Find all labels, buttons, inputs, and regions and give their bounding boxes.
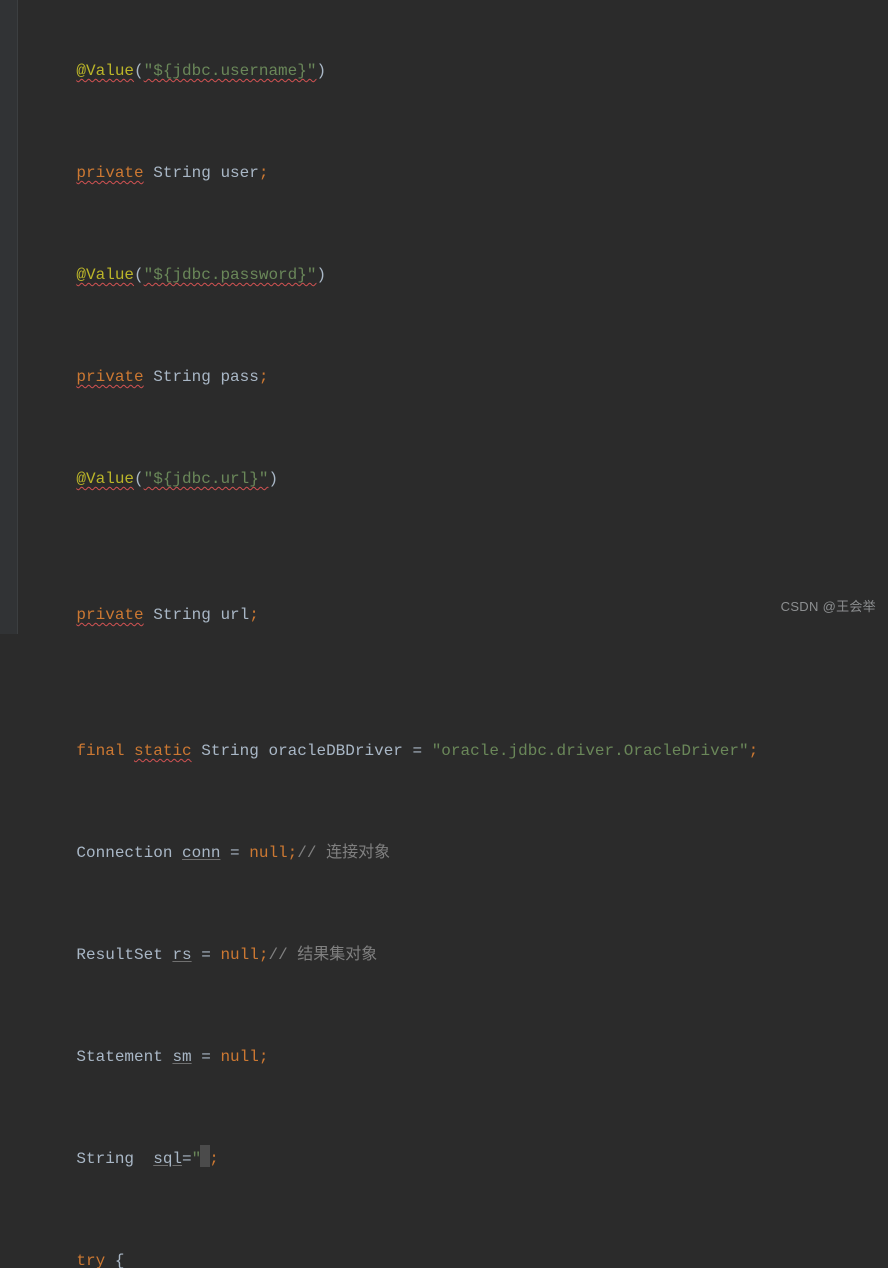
code-line[interactable]: ResultSet rs = null;// 结果集对象: [18, 904, 888, 1006]
string-oracle-driver: "oracle.jdbc.driver.OracleDriver": [432, 742, 749, 760]
code-line-blank[interactable]: [18, 666, 888, 700]
var-sql: sql: [153, 1150, 182, 1168]
keyword-private: private: [76, 606, 143, 624]
lbrace: {: [105, 1252, 124, 1268]
keyword-null: null: [220, 946, 258, 964]
var-pass: pass: [220, 368, 258, 386]
var-conn: conn: [182, 844, 220, 862]
type-string: String: [153, 606, 211, 624]
var-url: url: [220, 606, 249, 624]
lparen: (: [134, 266, 144, 284]
keyword-null: null: [220, 1048, 258, 1066]
code-line[interactable]: @Value("${jdbc.url}"): [18, 428, 888, 530]
keyword-private: private: [76, 164, 143, 182]
keyword-try: try: [76, 1252, 105, 1268]
semicolon: ;: [259, 368, 269, 386]
type-statement: Statement: [76, 1048, 162, 1066]
code-line[interactable]: Statement sm = null;: [18, 1006, 888, 1108]
type-string: String: [76, 1150, 134, 1168]
equals-op: =: [182, 1150, 192, 1168]
code-line[interactable]: String sql=";: [18, 1108, 888, 1210]
semicolon: ;: [749, 742, 759, 760]
var-sm: sm: [172, 1048, 191, 1066]
keyword-final: final: [76, 742, 124, 760]
rparen: ): [268, 470, 278, 488]
semicolon: ;: [209, 1150, 219, 1168]
lparen: (: [134, 62, 144, 80]
equals-op: =: [403, 742, 432, 760]
var-oracledbdriver: oracleDBDriver: [268, 742, 402, 760]
semicolon: ;: [288, 844, 298, 862]
semicolon: ;: [259, 164, 269, 182]
rparen: ): [316, 266, 326, 284]
string-jdbc-password: "${jdbc.password}": [144, 266, 317, 284]
semicolon: ;: [259, 1048, 269, 1066]
equals-op: =: [192, 1048, 221, 1066]
type-string: String: [201, 742, 259, 760]
type-resultset: ResultSet: [76, 946, 162, 964]
keyword-null: null: [249, 844, 287, 862]
type-string: String: [153, 368, 211, 386]
code-line[interactable]: @Value("${jdbc.username}"): [18, 20, 888, 122]
lparen: (: [134, 470, 144, 488]
string-jdbc-username: "${jdbc.username}": [144, 62, 317, 80]
annotation-value: @Value: [76, 470, 134, 488]
code-line[interactable]: @Value("${jdbc.password}"): [18, 224, 888, 326]
code-line[interactable]: private String user;: [18, 122, 888, 224]
watermark-text: CSDN @王会举: [781, 590, 876, 624]
annotation-value: @Value: [76, 266, 134, 284]
equals-op: =: [192, 946, 221, 964]
keyword-private: private: [76, 368, 143, 386]
rparen: ): [316, 62, 326, 80]
code-editor[interactable]: @Value("${jdbc.username}") private Strin…: [0, 0, 888, 1268]
comment-conn: // 连接对象: [297, 844, 390, 862]
code-line[interactable]: Connection conn = null;// 连接对象: [18, 802, 888, 904]
code-line[interactable]: private String pass;: [18, 326, 888, 428]
type-connection: Connection: [76, 844, 172, 862]
string-jdbc-url: "${jdbc.url}": [144, 470, 269, 488]
comment-rs: // 结果集对象: [268, 946, 377, 964]
var-user: user: [220, 164, 258, 182]
annotation-value: @Value: [76, 62, 134, 80]
type-string: String: [153, 164, 211, 182]
var-rs: rs: [172, 946, 191, 964]
code-line[interactable]: private String url;: [18, 530, 888, 666]
equals-op: =: [220, 844, 249, 862]
code-line[interactable]: final static String oracleDBDriver = "or…: [18, 700, 888, 802]
code-line[interactable]: try {: [18, 1210, 888, 1268]
keyword-static: static: [134, 742, 192, 760]
semicolon: ;: [249, 606, 259, 624]
